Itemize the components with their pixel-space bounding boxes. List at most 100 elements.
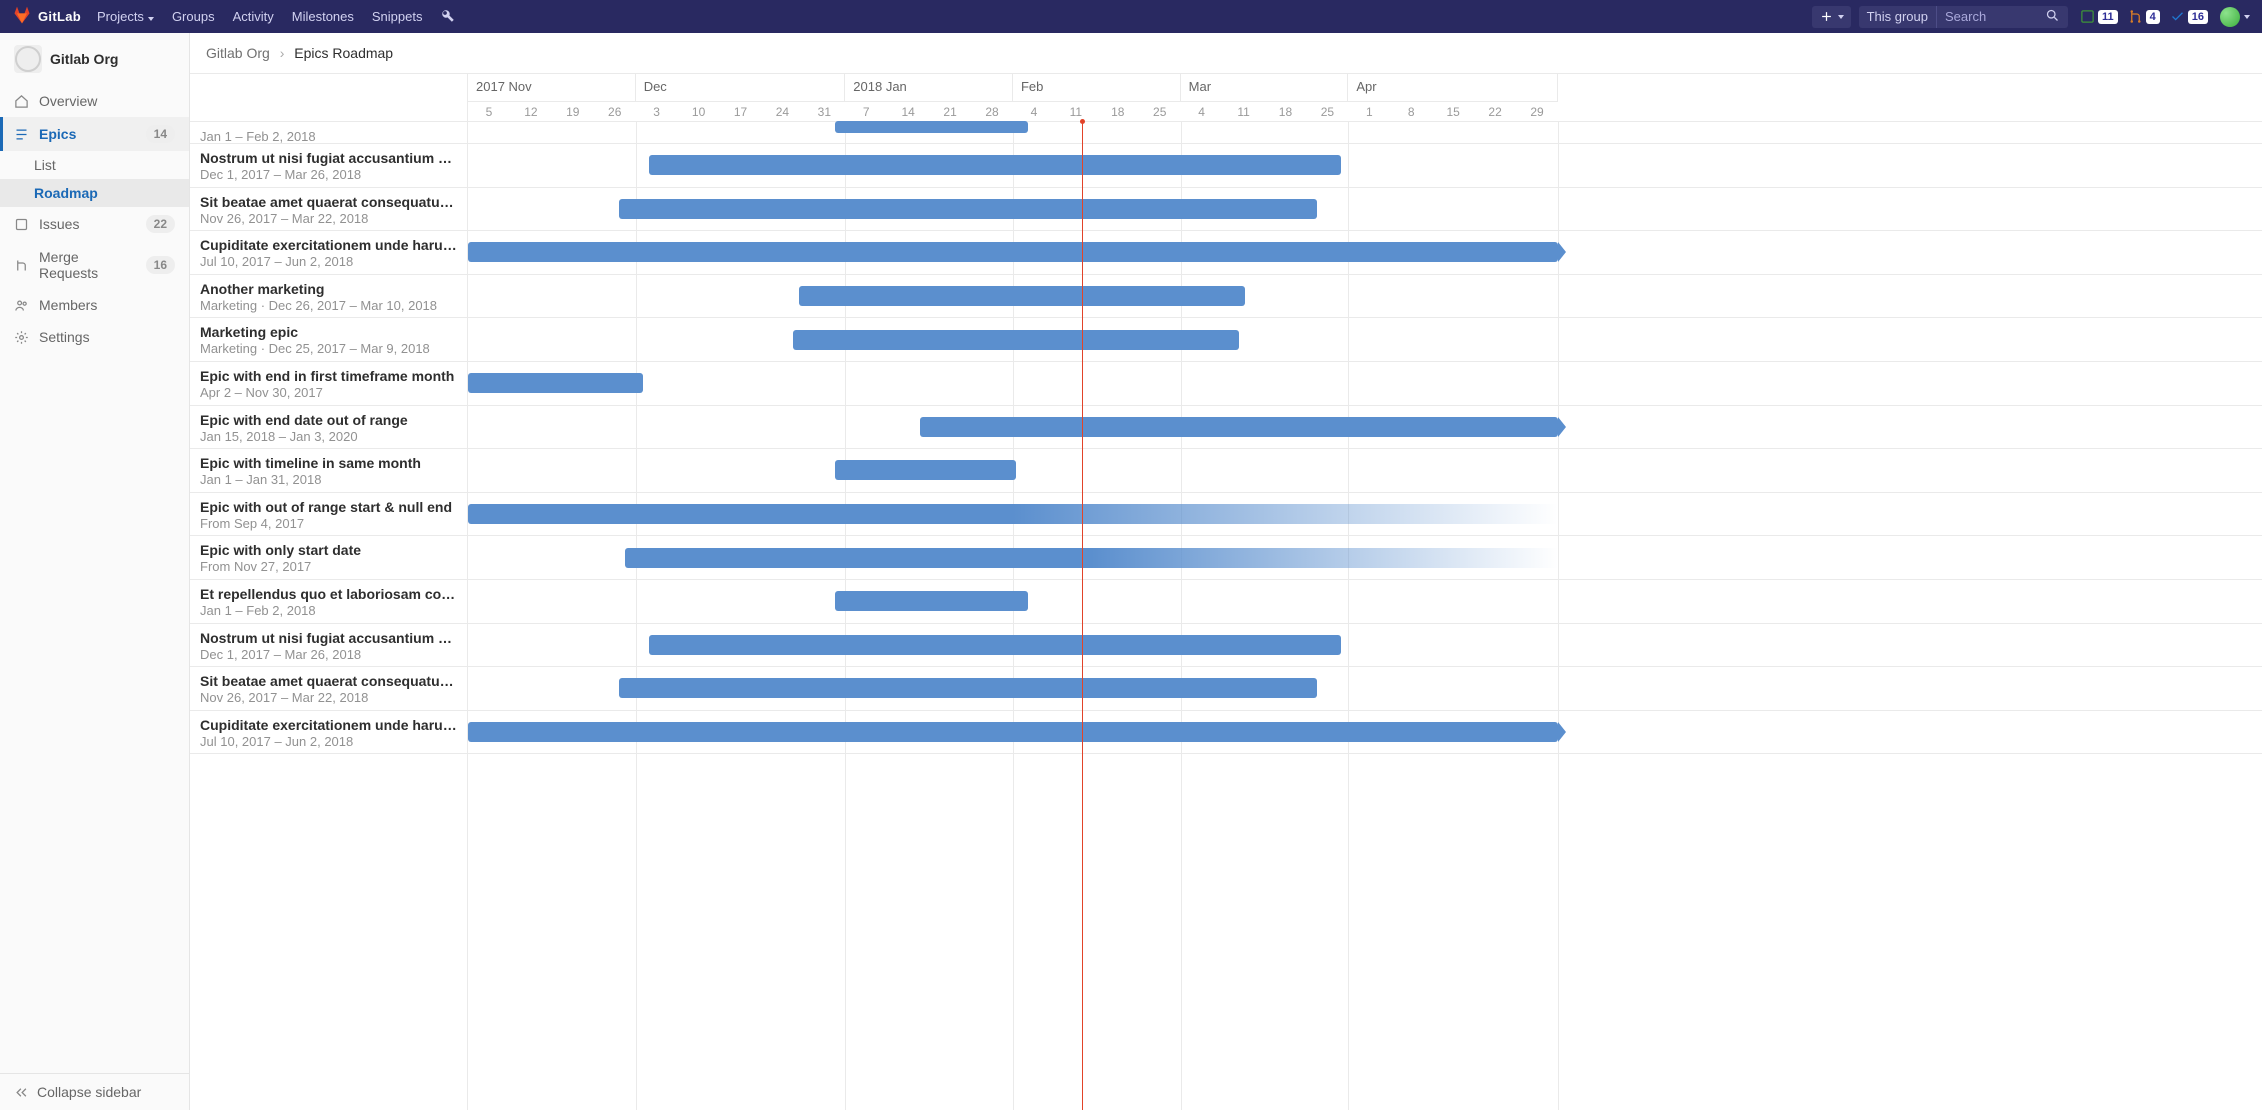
week-header: 24 — [761, 102, 803, 121]
week-header: 25 — [1306, 102, 1348, 121]
nav-link-milestones[interactable]: Milestones — [292, 9, 354, 24]
timeline-row — [468, 362, 2262, 406]
epic-dates: Dec 1, 2017 – Mar 26, 2018 — [200, 647, 457, 662]
epic-bar[interactable] — [468, 373, 643, 393]
epic-title: Epic with end date out of range — [200, 412, 457, 428]
brand-name: GitLab — [38, 9, 81, 24]
epic-bar[interactable] — [468, 504, 1558, 524]
members-icon — [14, 298, 29, 313]
timeline-row — [468, 188, 2262, 232]
breadcrumb-group[interactable]: Gitlab Org — [206, 45, 270, 61]
week-header: 11 — [1223, 102, 1265, 121]
collapse-label: Collapse sidebar — [37, 1084, 141, 1100]
week-header: 14 — [887, 102, 929, 121]
epic-cell[interactable]: Another marketingMarketing · Dec 26, 201… — [190, 275, 467, 319]
epic-cell[interactable]: Cupiditate exercitationem unde harum rep… — [190, 711, 467, 755]
breadcrumb: Gitlab Org › Epics Roadmap — [190, 33, 2262, 73]
nav-link-snippets[interactable]: Snippets — [372, 9, 423, 24]
epic-cell[interactable]: Et repellendus quo et laboriosam corrupt… — [190, 580, 467, 624]
nav-counter-issues[interactable]: 16 — [2170, 9, 2208, 24]
epic-dates: Nov 26, 2017 – Mar 22, 2018 — [200, 690, 457, 705]
week-header: 19 — [552, 102, 594, 121]
counter-value: 11 — [2098, 10, 2118, 24]
admin-wrench-icon[interactable] — [440, 8, 455, 26]
epic-cell[interactable]: Sit beatae amet quaerat consequatur non … — [190, 667, 467, 711]
nav-counter-mr[interactable]: 4 — [2128, 9, 2160, 24]
epic-bar[interactable] — [649, 635, 1342, 655]
epic-cell[interactable]: Epic with end in first timeframe monthAp… — [190, 362, 467, 406]
week-header: 12 — [510, 102, 552, 121]
epic-cell[interactable]: Marketing epicMarketing · Dec 25, 2017 –… — [190, 318, 467, 362]
sidebar-group[interactable]: Gitlab Org — [0, 33, 189, 85]
epic-bar[interactable] — [619, 199, 1318, 219]
counter-value: 16 — [2188, 10, 2208, 24]
sidebar-item-merge-requests[interactable]: Merge Requests16 — [0, 241, 189, 289]
sidebar-item-settings[interactable]: Settings — [0, 321, 189, 353]
timeline-row — [468, 231, 2262, 275]
epic-dates: Jul 10, 2017 – Jun 2, 2018 — [200, 734, 457, 749]
sidebar-item-epics[interactable]: Epics14 — [0, 117, 189, 151]
epic-bar[interactable] — [468, 242, 1558, 262]
nav-link-projects[interactable]: Projects — [97, 9, 154, 24]
timeline-row — [468, 493, 2262, 537]
epic-bar[interactable] — [799, 286, 1245, 306]
epic-cell[interactable]: Jan 1 – Feb 2, 2018 — [190, 122, 467, 144]
home-icon — [14, 94, 29, 109]
epic-bar[interactable] — [835, 591, 1028, 611]
epic-cell[interactable]: Sit beatae amet quaerat consequatur non … — [190, 188, 467, 232]
epic-cell[interactable]: Nostrum ut nisi fugiat accusantium qui v… — [190, 144, 467, 188]
week-header: 8 — [1390, 102, 1432, 121]
gitlab-logo-icon — [12, 5, 32, 28]
timeline[interactable]: 2017 NovDec2018 JanFebMarApr 51219263101… — [468, 74, 2262, 1110]
epic-bar[interactable] — [835, 460, 1016, 480]
week-header: 1 — [1348, 102, 1390, 121]
epic-cell[interactable]: Epic with end date out of rangeJan 15, 2… — [190, 406, 467, 450]
chevron-down-icon — [2244, 15, 2250, 19]
epic-cell[interactable]: Epic with timeline in same monthJan 1 – … — [190, 449, 467, 493]
epic-title: Epic with timeline in same month — [200, 455, 457, 471]
plus-icon — [1819, 9, 1834, 24]
sidebar-item-overview[interactable]: Overview — [0, 85, 189, 117]
brand[interactable]: GitLab — [12, 5, 81, 28]
epic-titles-column: Jan 1 – Feb 2, 2018Nostrum ut nisi fugia… — [190, 74, 468, 1110]
epic-bar[interactable] — [625, 548, 1558, 568]
epic-dates: From Sep 4, 2017 — [200, 516, 457, 531]
epic-cell[interactable]: Cupiditate exercitationem unde harum rep… — [190, 231, 467, 275]
epic-bar[interactable] — [793, 330, 1239, 350]
nav-counter-todos[interactable]: 11 — [2080, 9, 2118, 24]
epic-cell[interactable]: Epic with out of range start & null endF… — [190, 493, 467, 537]
search-icon[interactable] — [2037, 8, 2068, 26]
epic-cell[interactable]: Nostrum ut nisi fugiat accusantium qui v… — [190, 624, 467, 668]
counter-value: 4 — [2146, 10, 2160, 24]
epic-bar[interactable] — [920, 417, 1558, 437]
timeline-row — [468, 449, 2262, 493]
nav-link-activity[interactable]: Activity — [233, 9, 274, 24]
sidebar-item-label: Overview — [39, 93, 175, 109]
timeline-row — [468, 624, 2262, 668]
sidebar-item-issues[interactable]: Issues22 — [0, 207, 189, 241]
sidebar-item-label: Members — [39, 297, 175, 313]
nav-link-groups[interactable]: Groups — [172, 9, 215, 24]
epic-bar[interactable] — [649, 155, 1342, 175]
epic-cell[interactable]: Epic with only start dateFrom Nov 27, 20… — [190, 536, 467, 580]
sidebar-sub-roadmap[interactable]: Roadmap — [0, 179, 189, 207]
search: This group — [1859, 6, 2068, 28]
search-scope[interactable]: This group — [1859, 6, 1937, 28]
sidebar-item-members[interactable]: Members — [0, 289, 189, 321]
epic-title: Epic with only start date — [200, 542, 457, 558]
epic-bar[interactable] — [619, 678, 1318, 698]
sidebar-item-label: Issues — [39, 216, 136, 232]
main: Gitlab Org › Epics Roadmap Jan 1 – Feb 2… — [190, 33, 2262, 1110]
plus-dropdown[interactable] — [1812, 6, 1851, 28]
month-header: Feb — [1013, 74, 1181, 102]
user-menu[interactable] — [2220, 7, 2250, 27]
search-input[interactable] — [1937, 6, 2037, 28]
week-header: 7 — [845, 102, 887, 121]
sidebar-sub-list[interactable]: List — [0, 151, 189, 179]
epic-bar[interactable] — [835, 121, 1028, 133]
month-header: 2017 Nov — [468, 74, 636, 102]
epic-bar[interactable] — [468, 722, 1558, 742]
collapse-sidebar[interactable]: Collapse sidebar — [0, 1073, 189, 1110]
sidebar: Gitlab Org OverviewEpics14ListRoadmapIss… — [0, 33, 190, 1110]
week-header: 28 — [971, 102, 1013, 121]
